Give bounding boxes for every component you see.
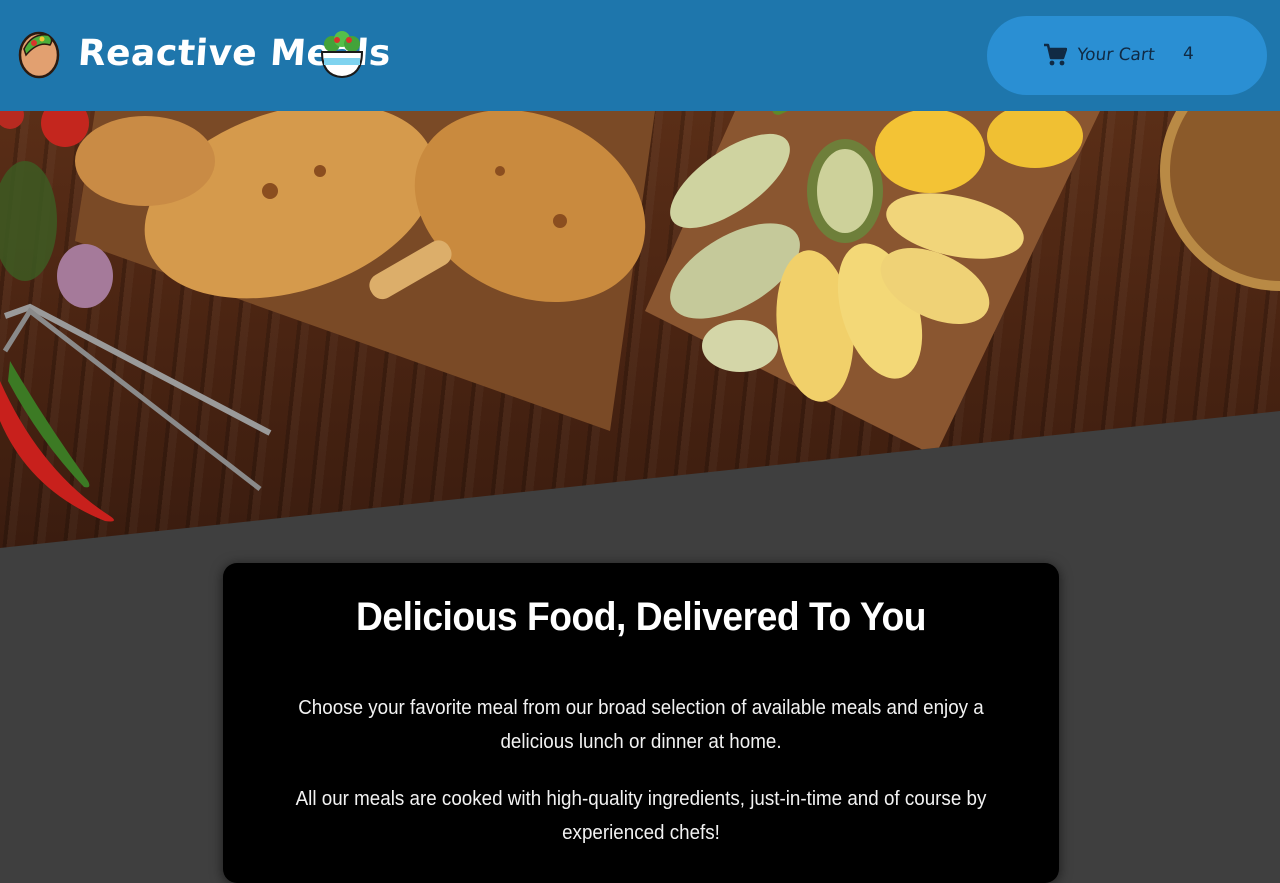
- salad-bowl-icon: [320, 31, 364, 79]
- oil-bottle: [0, 161, 57, 281]
- zucchini-slice: [702, 320, 778, 372]
- serving-bowl: [1160, 111, 1280, 291]
- summary-paragraph-2: All our meals are cooked with high-quali…: [295, 788, 987, 844]
- grilled-food-illustration: [0, 111, 1280, 522]
- tomato: [41, 111, 89, 147]
- summary-title: Delicious Food, Delivered To You: [355, 595, 927, 639]
- shopping-cart-icon: [1044, 43, 1067, 66]
- hero-image: [0, 111, 1280, 548]
- garlic-clove: [57, 244, 113, 308]
- cart-badge-count: 4: [1183, 44, 1194, 64]
- meals-summary-card: Delicious Food, Delivered To You Choose …: [223, 563, 1059, 883]
- cart-label: Your Cart: [1075, 45, 1156, 65]
- taco-icon: [18, 31, 60, 79]
- cart-button[interactable]: Your Cart 4: [987, 16, 1267, 95]
- meat-fork: [3, 303, 272, 436]
- summary-paragraph-1: Choose your favorite meal from our broad…: [298, 697, 984, 753]
- corn-cob: [875, 111, 985, 193]
- app-header: Reactive Meals Your Cart 4: [0, 0, 1280, 111]
- chicken-wing: [75, 116, 215, 206]
